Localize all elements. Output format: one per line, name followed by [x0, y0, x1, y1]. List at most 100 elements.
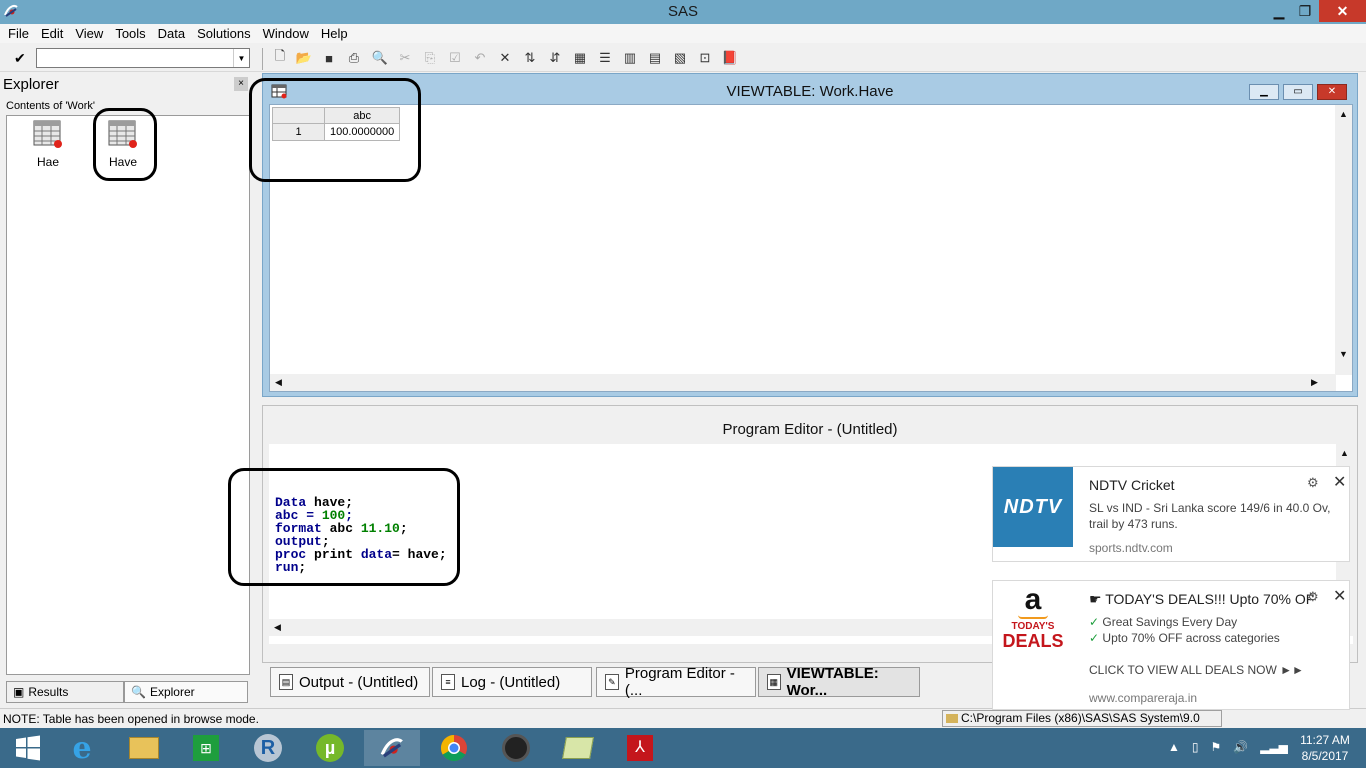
zoom-icon[interactable]: ⊡ [696, 49, 714, 67]
paste-icon[interactable]: ☑ [446, 49, 464, 67]
taskbar-store[interactable]: ⊞ [178, 730, 234, 766]
cell-abc[interactable]: 100.0000000 [323, 123, 401, 141]
taskbar-clock[interactable]: 11:27 AM 8/5/2017 [1290, 732, 1360, 764]
close-button[interactable]: ✕ [1319, 0, 1366, 22]
print-preview-icon[interactable]: 🔍 [371, 49, 389, 67]
chevron-down-icon[interactable]: ▼ [233, 49, 249, 67]
tab-explorer[interactable]: 🔍 Explorer [124, 681, 248, 703]
taskbar-r[interactable]: R [240, 730, 296, 766]
menu-edit[interactable]: Edit [35, 26, 69, 41]
windows-icon [16, 735, 40, 761]
scroll-right-icon[interactable]: ▶ [1306, 374, 1323, 391]
taskbar-utorrent[interactable]: µ [302, 730, 358, 766]
tray-volume-icon[interactable]: 🔊 [1233, 740, 1248, 754]
column-header-abc[interactable]: abc [323, 107, 401, 124]
dataset-label: Hae [36, 155, 59, 169]
clock-time: 11:27 AM [1300, 733, 1350, 747]
tray-flag-icon[interactable]: ⚑ [1211, 740, 1222, 754]
viewtable-window: VIEWTABLE: Work.Have ▁ ▭ ✕ abc 1 100.000… [262, 73, 1358, 397]
clock-date: 8/5/2017 [1301, 749, 1349, 763]
explorer-close-button[interactable]: × [234, 77, 248, 91]
close-icon[interactable]: ✕ [1333, 472, 1346, 492]
open-icon[interactable]: 📂 [295, 49, 313, 67]
taskbar-acrobat[interactable]: ⅄ [612, 730, 668, 766]
taskbar-explorer[interactable] [116, 730, 172, 766]
notification-title: ☛ TODAY'S DEALS!!! Upto 70% OF [1089, 591, 1315, 607]
viewtable-horizontal-scrollbar[interactable]: ◀ ▶ [270, 374, 1336, 391]
help-book-icon[interactable]: 📕 [721, 49, 739, 67]
sort-descending-icon[interactable]: ⇵ [546, 49, 564, 67]
taskbar-camera[interactable] [488, 730, 544, 766]
command-box[interactable]: ▼ [36, 48, 250, 68]
amazon-deals-logo: a TODAY'S DEALS [993, 585, 1073, 665]
new-icon[interactable]: 🗋 [271, 48, 289, 67]
viewtable-minimize-button[interactable]: ▁ [1249, 84, 1279, 100]
tray-device-icon[interactable]: ▯ [1192, 740, 1199, 754]
sort-ascending-icon[interactable]: ⇅ [521, 49, 539, 67]
tab-results-label: Results [28, 685, 69, 699]
menu-view[interactable]: View [69, 26, 109, 41]
notification-ndtv[interactable]: NDTV NDTV Cricket SL vs IND - Sri Lanka … [992, 466, 1350, 562]
current-path[interactable]: C:\Program Files (x86)\SAS\SAS System\9.… [942, 710, 1222, 727]
notification-deals[interactable]: a TODAY'S DEALS ☛ TODAY'S DEALS!!! Upto … [992, 580, 1350, 710]
list-view-icon[interactable]: ☰ [596, 49, 614, 67]
table-row: 1 100.0000000 [272, 123, 401, 141]
code-token: ; [298, 560, 307, 575]
tray-network-icon[interactable]: ▂▃▅ [1260, 740, 1288, 754]
delete-icon[interactable]: ✕ [496, 49, 514, 67]
dataset-hae[interactable]: Hae [20, 120, 76, 169]
copy-icon[interactable]: ⎘ [421, 49, 439, 67]
scroll-left-icon[interactable]: ◀ [269, 619, 286, 636]
menu-window[interactable]: Window [257, 26, 315, 41]
edit-table-icon[interactable]: ▧ [671, 49, 689, 67]
taskbar-chrome[interactable] [426, 730, 482, 766]
taskbar-ie[interactable]: e [54, 730, 110, 766]
notification-cta[interactable]: CLICK TO VIEW ALL DEALS NOW ►► [1089, 663, 1304, 677]
scroll-down-icon[interactable]: ▼ [1335, 345, 1352, 362]
viewtable-close-button[interactable]: ✕ [1317, 84, 1347, 100]
check-icon: ✓ [1089, 615, 1100, 629]
menu-solutions[interactable]: Solutions [191, 26, 256, 41]
code-line: run; [275, 561, 447, 574]
save-icon[interactable]: ■ [320, 49, 338, 67]
close-icon[interactable]: ✕ [1333, 586, 1346, 606]
viewtable-maximize-button[interactable]: ▭ [1283, 84, 1313, 100]
viewtable-vertical-scrollbar[interactable]: ▲ ▼ [1335, 105, 1352, 375]
dataset-have[interactable]: Have [95, 120, 151, 169]
program-editor-icon: ✎ [605, 674, 619, 690]
taskbar-sas[interactable] [364, 730, 420, 766]
ndtv-logo-text: NDTV [1003, 495, 1063, 518]
app-title: SAS [667, 3, 698, 20]
gear-icon[interactable]: ⚙ [1307, 589, 1319, 605]
column-icon[interactable]: ▥ [621, 49, 639, 67]
taskbar-files[interactable] [550, 730, 606, 766]
form-view-icon[interactable]: ▦ [571, 49, 589, 67]
tab-program-editor[interactable]: ✎ Program Editor - (... [596, 665, 756, 699]
minimize-button[interactable]: ▁ [1265, 0, 1293, 22]
menu-file[interactable]: File [2, 26, 35, 41]
code-token: ; [399, 521, 408, 536]
print-icon[interactable]: ⎙ [345, 49, 363, 67]
scroll-up-icon[interactable]: ▲ [1336, 444, 1353, 461]
row-number[interactable]: 1 [272, 123, 325, 141]
code-token: 11.10 [360, 521, 400, 536]
start-button[interactable] [0, 730, 56, 766]
windows-taskbar: e ⊞ R µ ⅄ ▲ ▯ ⚑ � [0, 728, 1366, 768]
cut-icon[interactable]: ✂ [396, 49, 414, 67]
table-icon[interactable]: ▤ [646, 49, 664, 67]
undo-icon[interactable]: ↶ [471, 49, 489, 67]
menu-tools[interactable]: Tools [109, 26, 151, 41]
scroll-up-icon[interactable]: ▲ [1335, 105, 1352, 122]
chrome-icon [440, 734, 467, 762]
tab-viewtable[interactable]: ▦ VIEWTABLE: Wor... [758, 665, 920, 699]
menu-help[interactable]: Help [315, 26, 354, 41]
checkmark-icon[interactable]: ✔ [14, 50, 26, 67]
tab-results[interactable]: ▣ Results [6, 681, 124, 703]
maximize-button[interactable]: ❐ [1291, 0, 1319, 22]
gear-icon[interactable]: ⚙ [1307, 475, 1319, 491]
tab-output[interactable]: ▤ Output - (Untitled) [270, 667, 430, 697]
scroll-left-icon[interactable]: ◀ [270, 374, 287, 391]
menu-data[interactable]: Data [152, 26, 191, 41]
tray-chevron-up-icon[interactable]: ▲ [1168, 740, 1180, 754]
tab-log[interactable]: ≡ Log - (Untitled) [432, 667, 592, 697]
